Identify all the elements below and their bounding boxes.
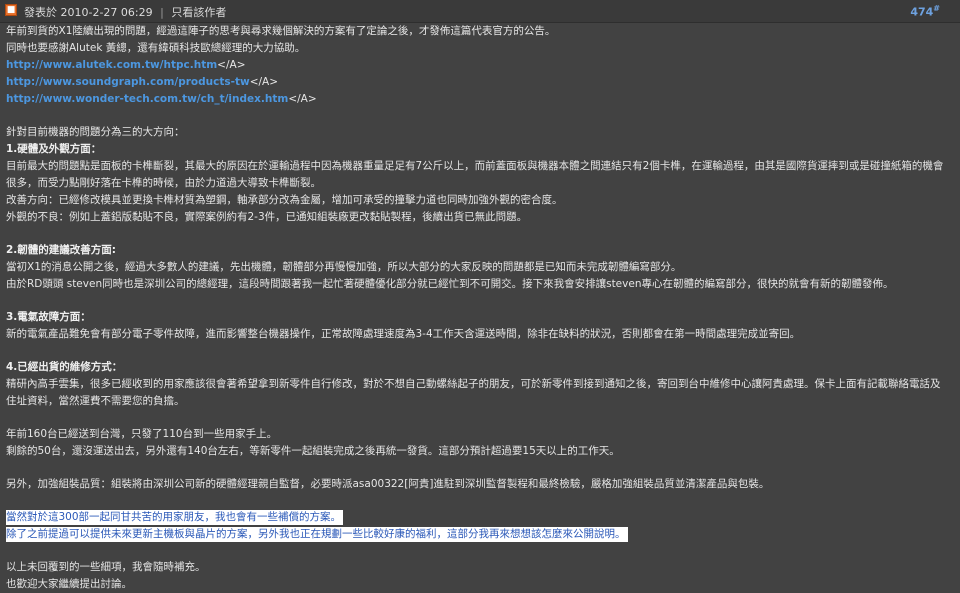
link-line: http://www.soundgraph.com/products-tw</A… (6, 74, 956, 91)
intro-line: 年前到貨的X1陸續出現的問題，經過這陣子的思考與尋求幾個解決的方案有了定論之後，… (6, 25, 556, 37)
section-text: 改善方向：已經修改模具並更換卡榫材質為塑鋼，軸承部分改為金屬，增加可承受的撞擊力… (6, 194, 563, 206)
section-text: 新的電氣產品難免會有部分電子零件故障，進而影響整台機器操作，正常故障處理速度為3… (6, 328, 801, 340)
section-heading: 3.電氣故障方面： (6, 311, 91, 323)
post-content: 年前到貨的X1陸續出現的問題，經過這陣子的思考與尋求幾個解決的方案有了定論之後，… (6, 23, 956, 593)
link-tail: </A> (217, 59, 246, 71)
highlight-line: 除了之前提過可以提供未來更新主機板與晶片的方案，另外我也正在規劃一些比較好康的福… (6, 526, 956, 543)
floor-number-link[interactable]: 474# (910, 4, 940, 19)
wonder-tech-link[interactable]: http://www.wonder-tech.com.tw/ch_t/index… (6, 93, 288, 105)
section-text: 目前最大的問題點是面板的卡榫斷裂，其最大的原因在於運輸過程中因為機器重量足足有7… (6, 160, 944, 172)
shipping-text: 年前160台已經送到台灣，只發了110台到一些用家手上。 (6, 428, 278, 440)
link-tail: </A> (288, 93, 317, 105)
section-heading: 4.已經出貨的維修方式： (6, 361, 123, 373)
closing-text: 以上未回覆到的一些細項，我會隨時補充。 (6, 561, 206, 573)
closing-text: 也歡迎大家繼續提出討論。 (6, 578, 132, 590)
floor-mark: # (933, 4, 940, 13)
section-text: 當初X1的消息公開之後，經過大多數人的建議，先出機體，韌體部分再慢慢加強，所以大… (6, 261, 682, 273)
highlight-line: 當然對於這300部一起同甘共苦的用家朋友，我也會有一些補償的方案。 (6, 509, 956, 526)
directions-line: 針對目前機器的問題分為三的大方向： (6, 126, 185, 138)
quality-text: 另外，加強組裝品質：組裝將由深圳公司新的硬體經理親自監督，必要時派asa0032… (6, 478, 770, 490)
section-text: 由於RD頭頭 steven同時也是深圳公司的總經理，這段時間跟著我一起忙著硬體優… (6, 278, 894, 290)
highlighted-text: 除了之前提過可以提供未來更新主機板與晶片的方案，另外我也正在規劃一些比較好康的福… (6, 527, 628, 542)
highlighted-text: 當然對於這300部一起同甘共苦的用家朋友，我也會有一些補償的方案。 (6, 510, 344, 525)
shipping-text: 剩餘的50台，還沒運送出去，另外還有140台左右，等新零件一起組裝完成之後再統一… (6, 445, 620, 457)
soundgraph-link[interactable]: http://www.soundgraph.com/products-tw (6, 76, 250, 88)
link-line: http://www.alutek.com.tw/htpc.htm</A> (6, 57, 956, 74)
section-text: 精研內高手雲集，很多已經收到的用家應該很會著希望拿到新零件自行修改，對於不想自己… (6, 378, 941, 390)
alutek-link[interactable]: http://www.alutek.com.tw/htpc.htm (6, 59, 217, 71)
floor-number: 474 (910, 5, 934, 19)
intro-line: 同時也要感謝Alutek 黃總，還有緯碩科技歐總經理的大力協助。 (6, 42, 306, 54)
link-line: http://www.wonder-tech.com.tw/ch_t/index… (6, 91, 956, 108)
link-tail: </A> (249, 76, 279, 88)
post-date: 發表於 2010-2-27 06:29 (24, 6, 153, 19)
section-heading: 1.硬體及外觀方面： (6, 143, 102, 155)
post-icon: ■ (5, 4, 17, 16)
section-text: 很多，而受力點剛好落在卡榫的時候，由於力道過大導致卡榫斷裂。 (6, 177, 321, 189)
meta-separator: | (160, 6, 164, 19)
post-header: ■ 發表於 2010-2-27 06:29 | 只看該作者 474# (0, 0, 960, 23)
section-heading: 2.韌體的建議改善方面: (6, 244, 116, 256)
only-author-link[interactable]: 只看該作者 (171, 6, 226, 19)
post-meta: 發表於 2010-2-27 06:29 | 只看該作者 (24, 4, 226, 20)
section-text: 外觀的不良：例如上蓋鋁版黏貼不良，實際案例約有2-3件，已通知組裝廠更改黏貼製程… (6, 211, 528, 223)
section-text: 住址資料，當然運費不需要您的負擔。 (6, 395, 185, 407)
